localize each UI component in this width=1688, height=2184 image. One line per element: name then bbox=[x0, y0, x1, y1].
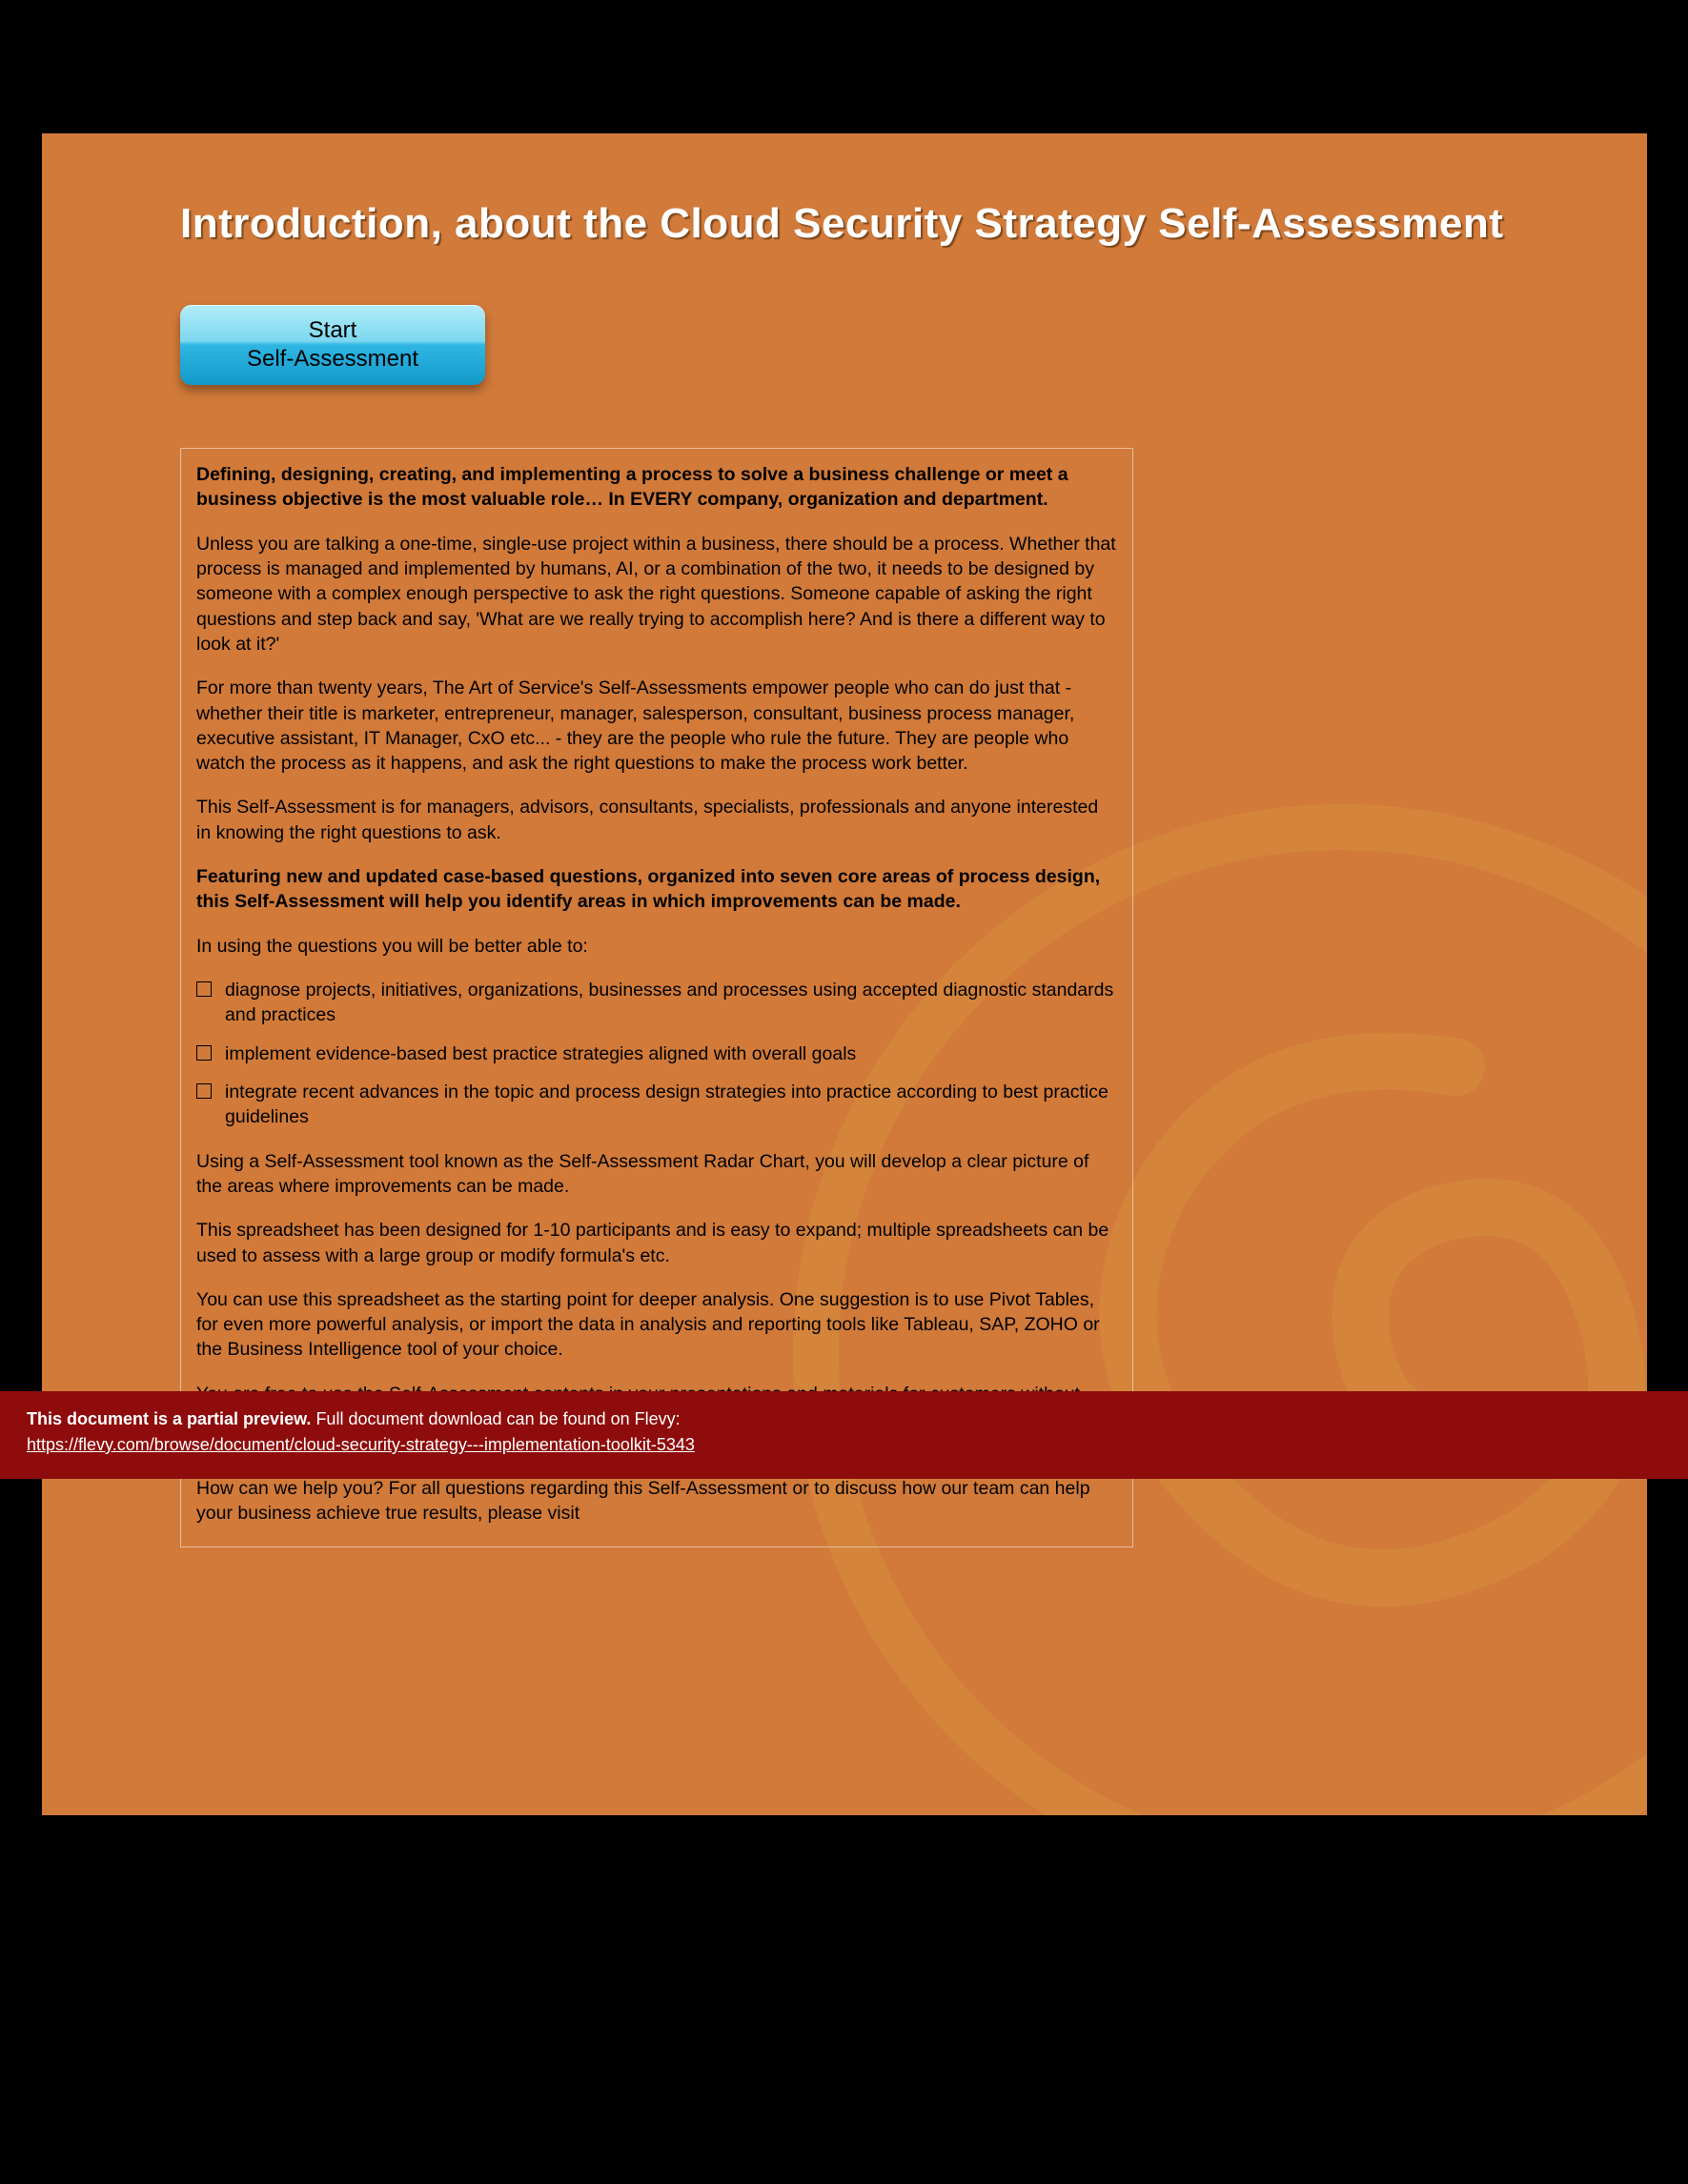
button-line1: Start bbox=[180, 316, 485, 345]
body-paragraph: Unless you are talking a one-time, singl… bbox=[196, 532, 1117, 657]
document-page: Introduction, about the Cloud Security S… bbox=[42, 133, 1647, 1815]
body-paragraph: In using the questions you will be bette… bbox=[196, 934, 1117, 959]
body-paragraph: This Self-Assessment is for managers, ad… bbox=[196, 795, 1117, 845]
preview-banner: This document is a partial preview. Full… bbox=[0, 1391, 1688, 1479]
body-paragraph: Using a Self-Assessment tool known as th… bbox=[196, 1149, 1117, 1200]
page-title: Introduction, about the Cloud Security S… bbox=[180, 200, 1503, 248]
list-item: implement evidence-based best practice s… bbox=[196, 1041, 1117, 1066]
body-paragraph: For more than twenty years, The Art of S… bbox=[196, 676, 1117, 776]
list-item: diagnose projects, initiatives, organiza… bbox=[196, 978, 1117, 1028]
banner-bold-text: This document is a partial preview. bbox=[27, 1409, 311, 1428]
intro-content-box: Defining, designing, creating, and imple… bbox=[180, 448, 1133, 1547]
banner-link[interactable]: https://flevy.com/browse/document/cloud-… bbox=[27, 1435, 695, 1454]
body-paragraph: You can use this spreadsheet as the star… bbox=[196, 1287, 1117, 1363]
lead-paragraph: Defining, designing, creating, and imple… bbox=[196, 462, 1117, 513]
banner-rest-text: Full document download can be found on F… bbox=[315, 1409, 680, 1428]
body-paragraph: How can we help you? For all questions r… bbox=[196, 1476, 1117, 1527]
bullet-list: diagnose projects, initiatives, organiza… bbox=[196, 978, 1117, 1130]
body-paragraph: This spreadsheet has been designed for 1… bbox=[196, 1218, 1117, 1268]
feature-paragraph: Featuring new and updated case-based que… bbox=[196, 864, 1117, 915]
list-item: integrate recent advances in the topic a… bbox=[196, 1080, 1117, 1130]
button-line2: Self-Assessment bbox=[180, 345, 485, 374]
start-self-assessment-button[interactable]: Start Self-Assessment bbox=[180, 305, 485, 385]
